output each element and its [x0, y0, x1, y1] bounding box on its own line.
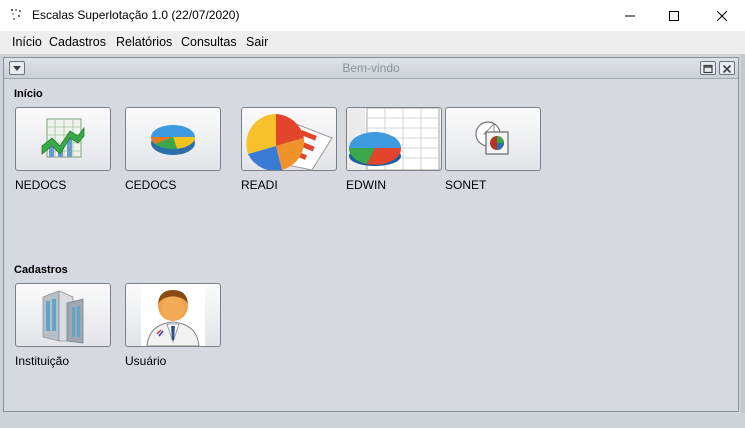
menu-bar: Início Cadastros Relatórios Consultas Sa… — [0, 31, 745, 55]
instituicao-button[interactable] — [15, 283, 111, 347]
menu-consultas[interactable]: Consultas — [181, 35, 237, 49]
usuario-label: Usuário — [125, 354, 167, 368]
minimize-button[interactable] — [607, 0, 653, 31]
frame-maximize-button[interactable] — [700, 61, 716, 75]
close-icon — [717, 10, 727, 21]
app-icon — [11, 9, 21, 20]
nedocs-button[interactable] — [15, 107, 111, 171]
spreadsheet-pie-icon — [347, 108, 440, 170]
line-chart-icon — [41, 118, 85, 158]
menu-cadastros[interactable]: Cadastros — [49, 35, 106, 49]
pie-report-icon — [246, 114, 333, 170]
frame-maximize-icon — [703, 64, 713, 74]
readi-button[interactable] — [241, 107, 337, 171]
building-icon — [42, 290, 84, 344]
welcome-frame: Bem-vindo Início NEDOCS CEDOCS READI EDW… — [3, 57, 739, 412]
launcher-nedocs: NEDOCS — [15, 107, 111, 197]
maximize-icon — [669, 10, 679, 21]
launcher-edwin: EDWIN — [346, 107, 442, 197]
nedocs-label: NEDOCS — [15, 178, 67, 192]
pie-chart-icon — [150, 125, 195, 155]
minimize-icon — [625, 15, 635, 16]
launcher-cedocs: CEDOCS — [125, 107, 221, 197]
readi-label: READI — [241, 178, 278, 192]
launcher-usuario: Usuário — [125, 283, 221, 373]
status-strip — [0, 413, 745, 428]
welcome-frame-titlebar[interactable]: Bem-vindo — [4, 58, 738, 79]
edwin-label: EDWIN — [346, 178, 386, 192]
cedocs-label: CEDOCS — [125, 178, 177, 192]
sonet-label: SONET — [445, 178, 487, 192]
menu-sair[interactable]: Sair — [246, 35, 268, 49]
menu-relatorios[interactable]: Relatórios — [116, 35, 172, 49]
maximize-button[interactable] — [651, 0, 697, 31]
frame-close-icon — [722, 64, 732, 74]
section-label-cadastros: Cadastros — [14, 264, 68, 276]
doctor-user-icon — [141, 284, 205, 346]
close-button[interactable] — [699, 0, 745, 31]
launcher-readi: READI — [241, 107, 337, 197]
launcher-instituicao: Instituição — [15, 283, 111, 373]
window-edge — [741, 55, 745, 428]
instituicao-label: Instituição — [15, 354, 70, 368]
document-chart-icon — [475, 121, 509, 155]
frame-close-button[interactable] — [719, 61, 735, 75]
usuario-button[interactable] — [125, 283, 221, 347]
cedocs-button[interactable] — [125, 107, 221, 171]
sonet-button[interactable] — [445, 107, 541, 171]
frame-title: Bem-vindo — [342, 61, 400, 75]
menu-inicio[interactable]: Início — [12, 35, 42, 49]
window-title: Escalas Superlotação 1.0 (22/07/2020) — [32, 8, 240, 22]
section-label-inicio: Início — [14, 88, 43, 100]
edwin-button[interactable] — [346, 107, 442, 171]
launcher-sonet: SONET — [445, 107, 541, 197]
window-titlebar: Escalas Superlotação 1.0 (22/07/2020) — [0, 0, 745, 31]
